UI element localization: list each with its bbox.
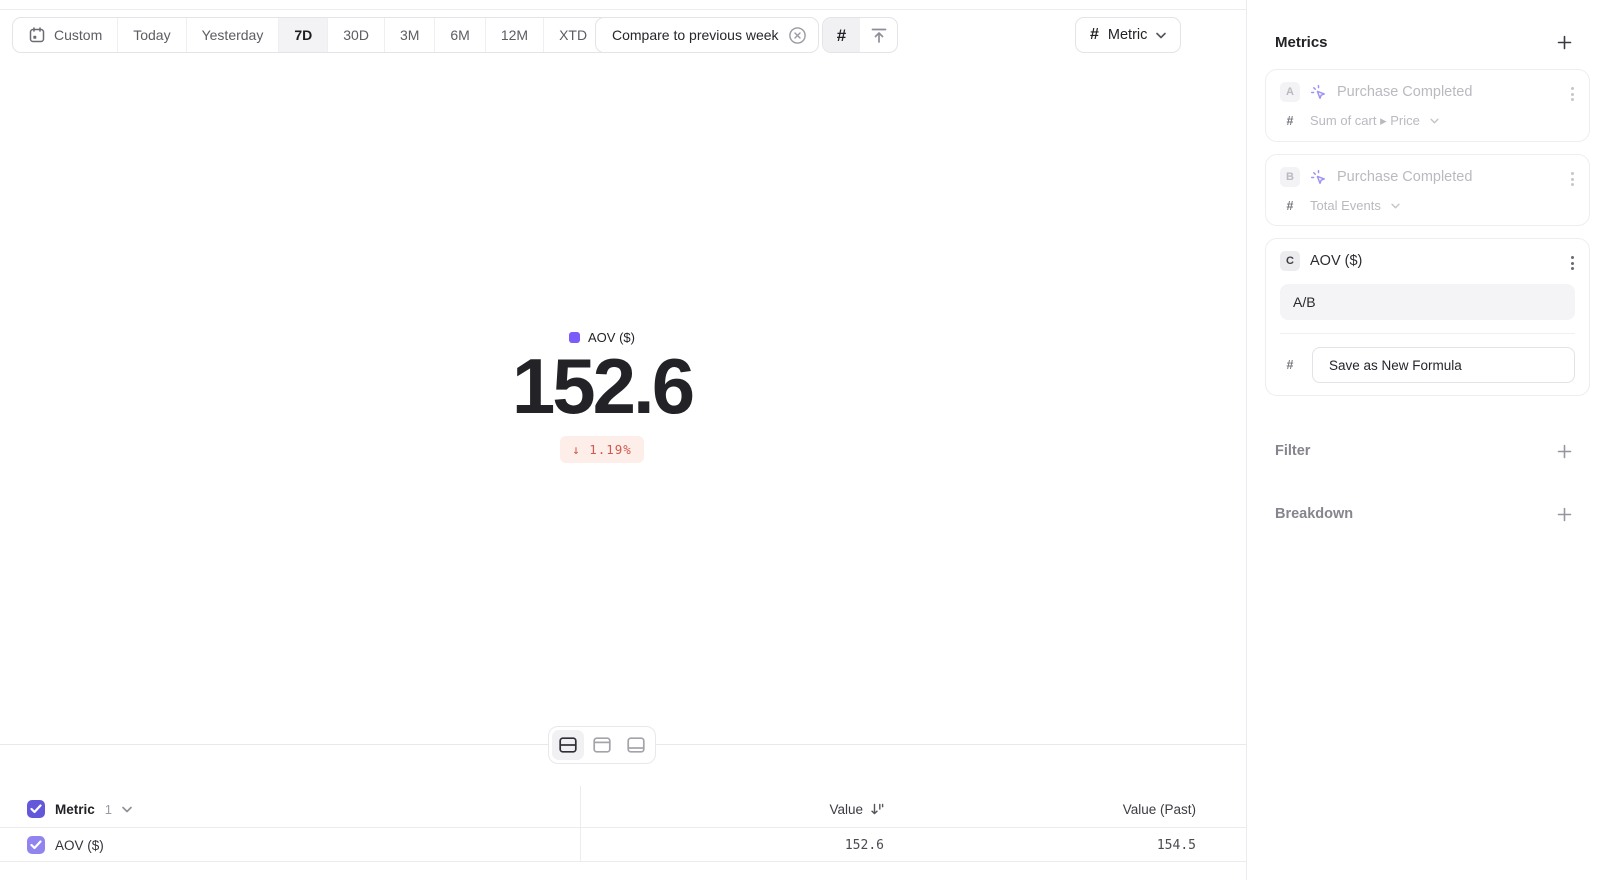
click-event-icon: [1310, 169, 1327, 186]
kpi-value: 152.6: [0, 350, 1204, 422]
metrics-section-header: Metrics: [1247, 34, 1600, 51]
card-menu-icon[interactable]: [1568, 84, 1577, 104]
metric-card-b-header: B Purchase Completed: [1280, 167, 1575, 187]
metric-event-name[interactable]: Purchase Completed: [1337, 169, 1472, 185]
save-as-new-formula-button[interactable]: Save as New Formula: [1312, 347, 1575, 383]
chevron-down-icon: [1391, 203, 1400, 209]
chevron-down-icon[interactable]: [122, 806, 132, 813]
remove-compare-icon[interactable]: [788, 26, 807, 45]
hash-icon: #: [837, 27, 846, 44]
chevron-down-icon: [1156, 32, 1166, 39]
filter-label: Filter: [1275, 443, 1310, 459]
hash-icon: #: [1280, 199, 1300, 213]
metric-row-cell: AOV ($): [27, 828, 104, 862]
metric-card-b[interactable]: B Purchase Completed # Total Events: [1265, 154, 1590, 226]
value-display-toggle: #: [822, 17, 898, 53]
table-header: Metric 1 Value Value (Past): [0, 790, 1246, 828]
metric-badge: C: [1280, 251, 1300, 271]
chart-view-button[interactable]: [586, 730, 618, 760]
metric-event-name[interactable]: Purchase Completed: [1337, 84, 1472, 100]
metric-badge: B: [1280, 167, 1300, 187]
metric-measure-row: # Total Events: [1280, 198, 1575, 213]
hash-icon: #: [1090, 27, 1099, 43]
date-range-label: Custom: [54, 27, 102, 43]
metric-column-label: Metric: [55, 802, 95, 817]
card-menu-icon[interactable]: [1568, 253, 1577, 273]
table-view-button[interactable]: [620, 730, 652, 760]
row-checkbox[interactable]: [27, 836, 45, 854]
metric-count: 1: [105, 802, 112, 817]
table-row[interactable]: AOV ($) 152.6 154.5: [0, 828, 1246, 862]
breakdown-section: Breakdown: [1247, 506, 1600, 522]
split-view-button[interactable]: [552, 730, 584, 760]
table-view-icon: [627, 737, 645, 753]
date-range-7d[interactable]: 7D: [278, 18, 327, 52]
add-breakdown-plus-icon[interactable]: [1557, 507, 1572, 522]
click-event-icon: [1310, 84, 1327, 101]
select-all-checkbox[interactable]: [27, 800, 45, 818]
value-cell: 152.6: [845, 828, 884, 862]
date-range-6m[interactable]: 6M: [434, 18, 484, 52]
sort-descending-icon[interactable]: [870, 802, 884, 816]
add-filter-plus-icon[interactable]: [1557, 444, 1572, 459]
hash-icon: #: [1280, 358, 1300, 372]
chevron-down-icon: [1430, 118, 1439, 124]
chart-view-icon: [593, 737, 611, 753]
value-column-header[interactable]: Value: [829, 790, 884, 828]
date-range-yesterday[interactable]: Yesterday: [186, 18, 279, 52]
date-range-12m[interactable]: 12M: [485, 18, 543, 52]
add-metric-plus-icon[interactable]: [1557, 35, 1572, 50]
metric-card-a[interactable]: A Purchase Completed # Sum of cart ▸ Pri…: [1265, 69, 1590, 142]
date-range-custom[interactable]: Custom: [13, 18, 117, 52]
compare-chip-label: Compare to previous week: [612, 27, 779, 43]
metric-card-c[interactable]: C AOV ($) A/B # Save as New Formula: [1265, 238, 1590, 396]
layout-toggle-group: [548, 726, 656, 764]
metric-row-name: AOV ($): [55, 838, 104, 853]
date-range-3m[interactable]: 3M: [384, 18, 434, 52]
compare-chip[interactable]: Compare to previous week: [595, 17, 819, 53]
metric-measure-row: # Sum of cart ▸ Price: [1280, 113, 1575, 129]
breakdown-label: Breakdown: [1275, 506, 1353, 522]
goal-button[interactable]: [860, 18, 897, 52]
date-range-today[interactable]: Today: [117, 18, 185, 52]
calendar-icon: [28, 26, 46, 44]
measure-label[interactable]: Sum of cart ▸ Price: [1310, 113, 1420, 129]
change-badge: ↓ 1.19%: [560, 436, 644, 463]
query-builder-sidebar: Metrics A Purchase Completed # Sum of ca…: [1246, 0, 1600, 880]
hash-icon: #: [1280, 114, 1300, 128]
filter-section: Filter: [1247, 443, 1600, 459]
value-past-column-header[interactable]: Value (Past): [1123, 790, 1196, 828]
card-divider: [1280, 333, 1575, 334]
goal-icon: [869, 25, 889, 45]
value-past-cell: 154.5: [1157, 828, 1196, 862]
formula-actions-row: # Save as New Formula: [1280, 347, 1575, 383]
formula-input[interactable]: A/B: [1280, 284, 1575, 320]
metric-card-c-header: C AOV ($): [1280, 251, 1575, 271]
metric-card-a-header: A Purchase Completed: [1280, 82, 1575, 102]
measure-label[interactable]: Total Events: [1310, 198, 1381, 213]
kpi-change-wrap: ↓ 1.19%: [0, 436, 1204, 463]
metric-badge: A: [1280, 82, 1300, 102]
split-view-icon: [559, 737, 577, 753]
card-menu-icon[interactable]: [1568, 169, 1577, 189]
header-divider: [0, 9, 1246, 10]
metric-header-cell: Metric 1: [27, 790, 132, 828]
metrics-title: Metrics: [1275, 34, 1328, 51]
date-range-30d[interactable]: 30D: [327, 18, 384, 52]
date-range-control: Custom Today Yesterday 7D 30D 3M 6M 12M …: [12, 17, 621, 53]
number-format-button[interactable]: #: [823, 18, 860, 52]
add-metric-button[interactable]: # Metric: [1075, 17, 1181, 53]
metric-cards: A Purchase Completed # Sum of cart ▸ Pri…: [1265, 69, 1590, 396]
formula-metric-name[interactable]: AOV ($): [1310, 253, 1362, 269]
